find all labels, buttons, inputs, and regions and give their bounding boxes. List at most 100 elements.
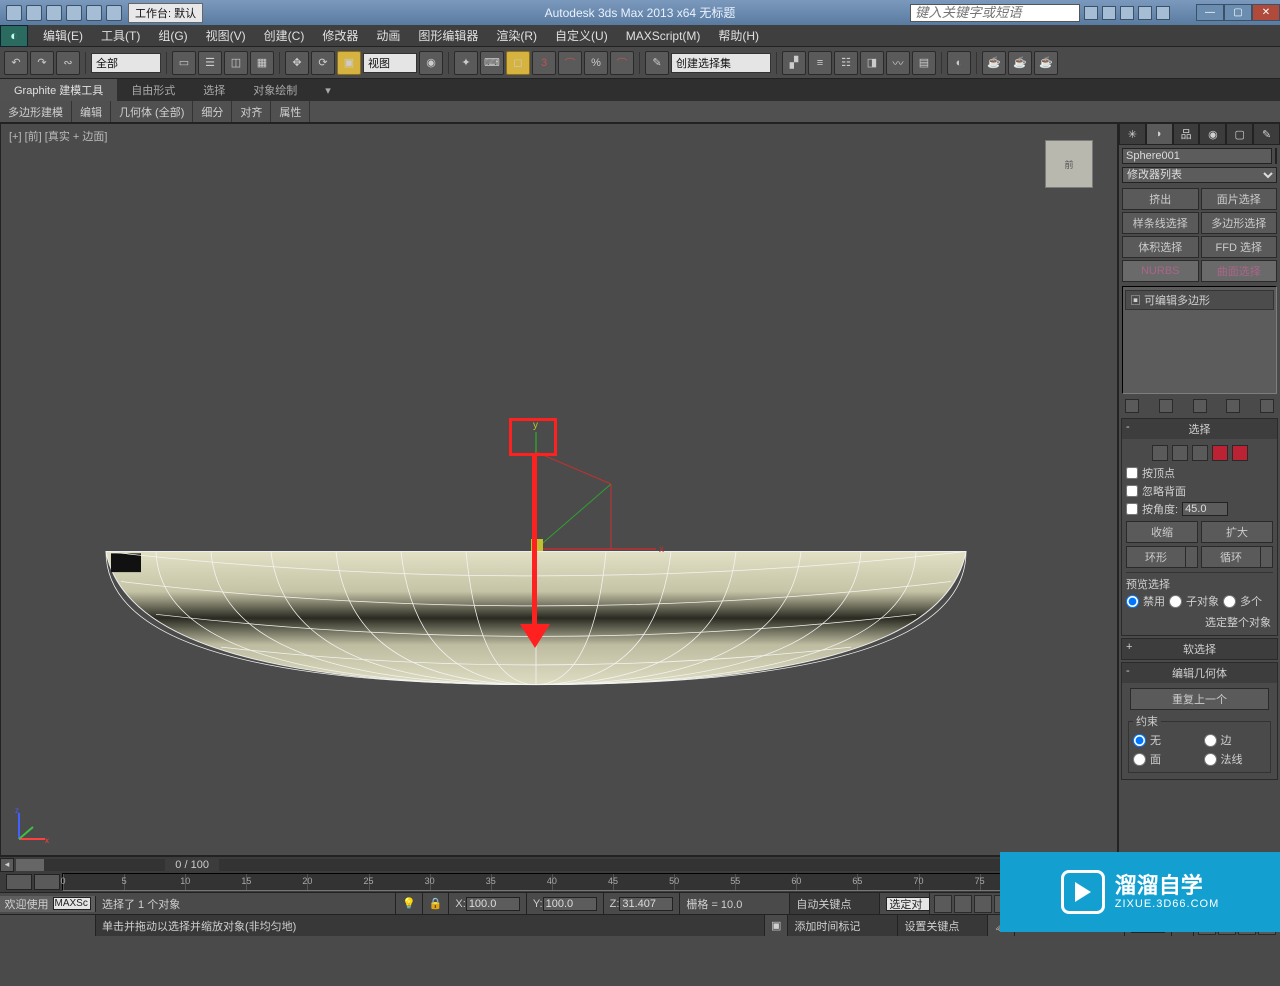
snap-toggle-icon[interactable]: ◻ — [506, 51, 530, 75]
autokey-button[interactable]: 自动关键点 — [790, 893, 880, 914]
schematic-icon[interactable]: ▤ — [912, 51, 936, 75]
add-time-tag-button[interactable]: 添加时间标记 — [788, 915, 898, 936]
pin-stack-icon[interactable] — [1125, 399, 1139, 413]
ribbon-tab-objectpaint[interactable]: 对象绘制 — [239, 79, 311, 101]
tab-modify-icon[interactable]: ◗ — [1146, 123, 1173, 145]
maxscript-mini-listener[interactable]: MAXSc — [53, 897, 91, 910]
ribbon-tab-freeform[interactable]: 自由形式 — [117, 79, 189, 101]
select-object-icon[interactable]: ▭ — [172, 51, 196, 75]
btn-vol-select[interactable]: 体积选择 — [1122, 236, 1199, 258]
menu-tools[interactable]: 工具(T) — [92, 24, 149, 47]
btn-ring[interactable]: 环形 — [1126, 546, 1186, 568]
coord-x-input[interactable] — [466, 897, 520, 911]
prev-frame-icon[interactable] — [954, 895, 972, 913]
menu-edit[interactable]: 编辑(E) — [34, 24, 92, 47]
render-icon[interactable]: ☕ — [1034, 51, 1058, 75]
ribbon-tab-selection[interactable]: 选择 — [189, 79, 239, 101]
keyboard-shortcut-icon[interactable]: ⌨ — [480, 51, 504, 75]
radio-preview-sub[interactable] — [1169, 595, 1182, 608]
ribbon-panel-align[interactable]: 对齐 — [232, 101, 271, 122]
tab-hierarchy-icon[interactable]: 品 — [1173, 123, 1200, 145]
spinner-snap-icon[interactable]: % — [584, 51, 608, 75]
goto-start-icon[interactable] — [934, 895, 952, 913]
rotate-icon[interactable]: ⟳ — [311, 51, 335, 75]
remove-modifier-icon[interactable] — [1226, 399, 1240, 413]
app-menu-button[interactable]: ◐ — [0, 25, 28, 47]
stack-item-editable-poly[interactable]: ▣ 可编辑多边形 — [1125, 290, 1274, 310]
tab-display-icon[interactable]: ▢ — [1226, 123, 1253, 145]
graphite-icon[interactable]: ◨ — [860, 51, 884, 75]
frame-indicator[interactable]: 0 / 100 — [167, 859, 217, 871]
play-icon[interactable] — [974, 895, 992, 913]
menu-help[interactable]: 帮助(H) — [709, 24, 768, 47]
radio-preview-multi[interactable] — [1223, 595, 1236, 608]
render-setup-icon[interactable]: ☕ — [982, 51, 1006, 75]
menu-customize[interactable]: 自定义(U) — [546, 24, 617, 47]
btn-shrink[interactable]: 收缩 — [1126, 521, 1198, 543]
scale-icon[interactable]: ▣ — [337, 51, 361, 75]
listener-cell[interactable] — [0, 915, 96, 936]
menu-create[interactable]: 创建(C) — [255, 24, 314, 47]
qat-undo-icon[interactable] — [66, 5, 82, 21]
align-icon[interactable]: ≡ — [808, 51, 832, 75]
exchange-icon[interactable] — [1120, 6, 1134, 20]
help-icon[interactable] — [1156, 6, 1170, 20]
chk-ignore-backface[interactable] — [1126, 485, 1138, 497]
btn-ffd-select[interactable]: FFD 选择 — [1201, 236, 1278, 258]
btn-spline-select[interactable]: 样条线选择 — [1122, 212, 1199, 234]
menu-group[interactable]: 组(G) — [149, 24, 196, 47]
named-selection-dropdown[interactable]: 创建选择集 — [671, 53, 771, 73]
move-icon[interactable]: ✥ — [285, 51, 309, 75]
pivot-center-icon[interactable]: ◉ — [419, 51, 443, 75]
select-by-name-icon[interactable]: ☰ — [198, 51, 222, 75]
show-end-result-icon[interactable] — [1159, 399, 1173, 413]
make-unique-icon[interactable] — [1193, 399, 1207, 413]
object-name-input[interactable] — [1122, 148, 1272, 164]
manipulate-icon[interactable]: ✦ — [454, 51, 478, 75]
lock-selection-icon[interactable]: 💡 — [396, 893, 423, 914]
btn-patch-select[interactable]: 面片选择 — [1201, 188, 1278, 210]
viewcube[interactable]: 前 — [1045, 140, 1093, 188]
workspace-dropdown[interactable]: 工作台: 默认 — [128, 3, 203, 23]
angle-snap-icon[interactable]: 3 — [532, 51, 556, 75]
set-key-button[interactable]: 设置关键点 — [898, 915, 988, 936]
close-button[interactable]: ✕ — [1252, 4, 1280, 21]
percent-snap-icon[interactable]: ⌒ — [558, 51, 582, 75]
menu-modifiers[interactable]: 修改器 — [313, 24, 367, 47]
btn-repeat-last[interactable]: 重复上一个 — [1130, 688, 1269, 710]
named-sel-edit-icon[interactable]: ✎ — [645, 51, 669, 75]
ribbon-tab-graphite[interactable]: Graphite 建模工具 — [0, 79, 117, 101]
tab-utilities-icon[interactable]: ✎ — [1253, 123, 1280, 145]
window-crossing-icon[interactable]: ▦ — [250, 51, 274, 75]
radio-preview-off[interactable] — [1126, 595, 1139, 608]
qat-new-icon[interactable] — [6, 5, 22, 21]
qat-redo-icon[interactable] — [86, 5, 102, 21]
btn-nurbs[interactable]: NURBS — [1122, 260, 1199, 282]
edged-faces-icon[interactable]: ⌒ — [610, 51, 634, 75]
selection-set-input[interactable] — [886, 897, 930, 911]
maximize-button[interactable]: ▢ — [1224, 4, 1252, 21]
trackbar-keymode-icon[interactable] — [34, 874, 60, 890]
rollout-selection-header[interactable]: -选择 — [1122, 419, 1277, 439]
layers-icon[interactable]: ☷ — [834, 51, 858, 75]
btn-grow[interactable]: 扩大 — [1201, 521, 1273, 543]
redo-icon[interactable]: ↷ — [30, 51, 54, 75]
menu-rendering[interactable]: 渲染(R) — [487, 24, 546, 47]
hscroll-left-icon[interactable]: ◂ — [0, 858, 14, 872]
coord-display-icon[interactable]: 🔒 — [423, 893, 450, 914]
menu-maxscript[interactable]: MAXScript(M) — [617, 26, 710, 46]
link-icon[interactable]: ∾ — [56, 51, 80, 75]
btn-loop[interactable]: 循环 — [1201, 546, 1261, 568]
radio-constraint-none[interactable] — [1133, 734, 1146, 747]
radio-constraint-face[interactable] — [1133, 753, 1146, 766]
radio-constraint-edge[interactable] — [1204, 734, 1217, 747]
ring-spinner-icon[interactable] — [1186, 546, 1198, 568]
chk-by-vertex[interactable] — [1126, 467, 1138, 479]
configure-sets-icon[interactable] — [1260, 399, 1274, 413]
favorites-icon[interactable] — [1138, 6, 1152, 20]
ribbon-expand-icon[interactable]: ▾ — [311, 81, 345, 100]
selection-filter-dropdown[interactable]: 全部 — [91, 53, 161, 73]
viewport-front[interactable]: [+] [前] [真实 + 边面] 前 — [0, 123, 1118, 856]
tab-create-icon[interactable]: ✳ — [1119, 123, 1146, 145]
btn-poly-select[interactable]: 多边形选择 — [1201, 212, 1278, 234]
